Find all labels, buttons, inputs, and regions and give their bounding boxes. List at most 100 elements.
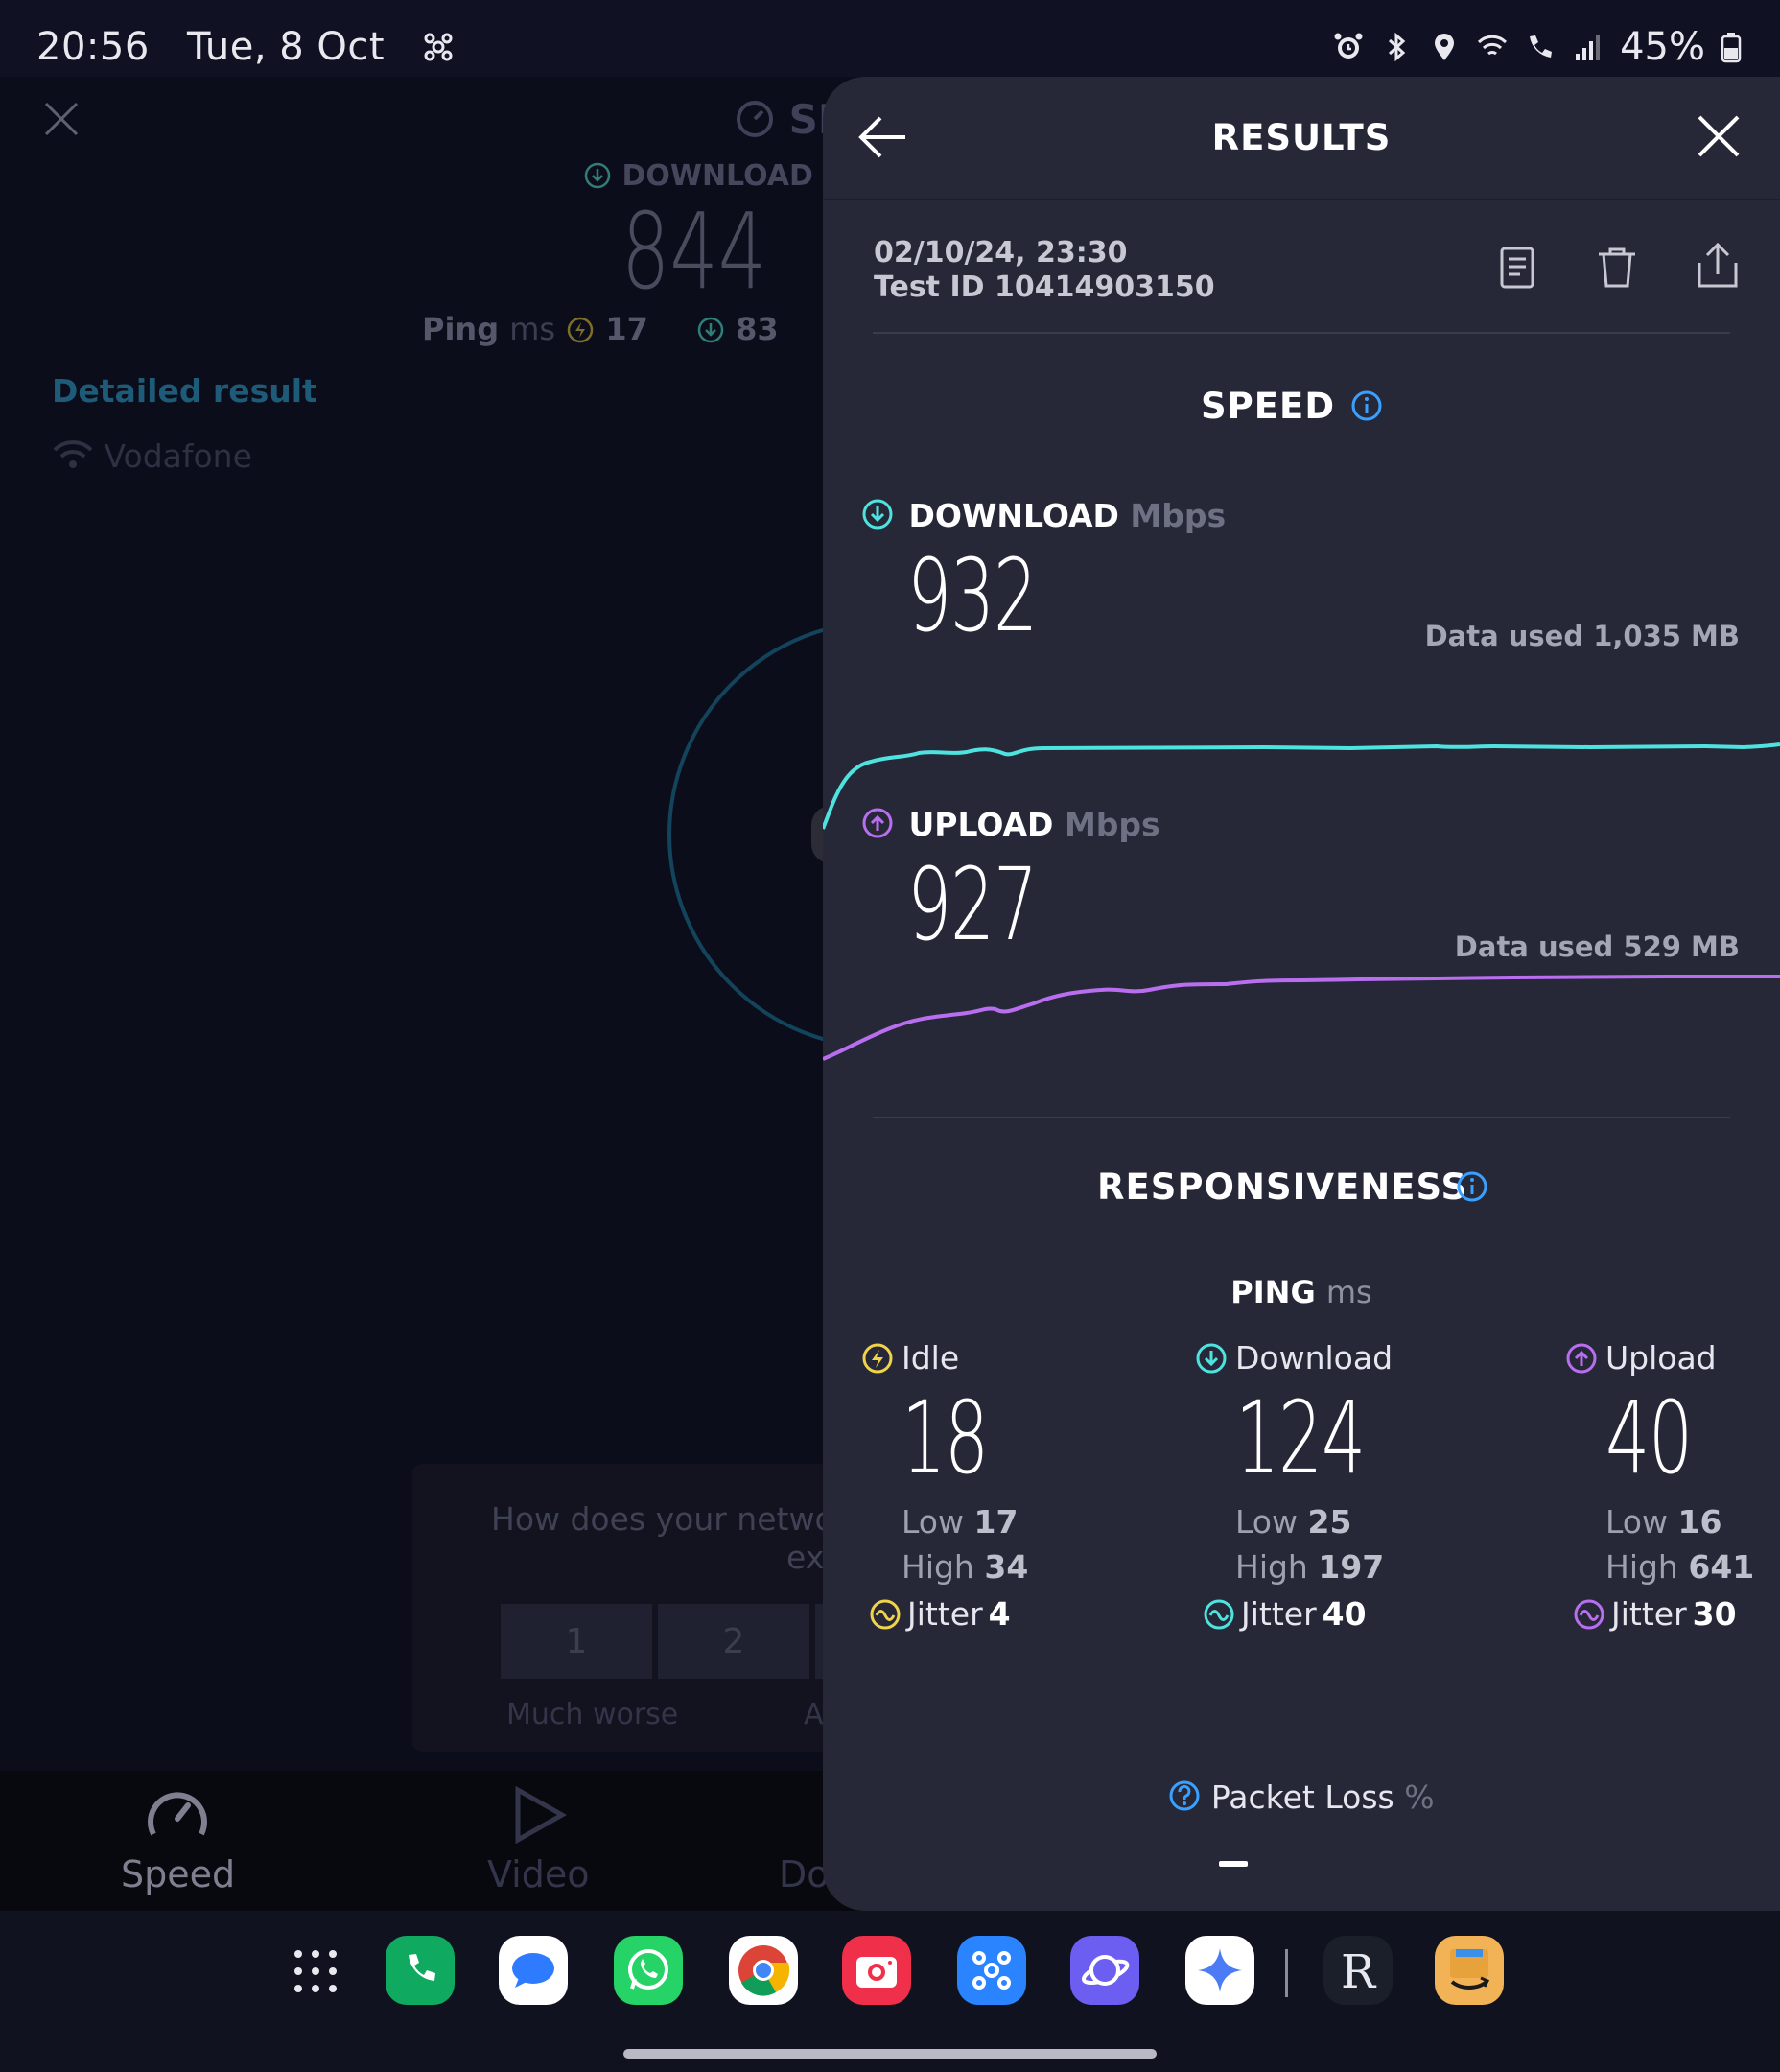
- idle-ping-icon: [862, 1343, 893, 1373]
- camera-icon: [856, 1957, 897, 1988]
- download-value: 932: [907, 537, 1038, 654]
- phone-icon: [409, 1954, 435, 1981]
- chrome-app-icon[interactable]: [729, 1936, 798, 2005]
- ping-idle-high: High 34: [902, 1548, 1029, 1586]
- rating-mid-label: A: [804, 1698, 824, 1731]
- download-data-used: Data used 1,035 MB: [1424, 620, 1740, 652]
- network-name: Vodafone: [52, 437, 252, 475]
- ping-idle-value: 18: [902, 1379, 989, 1496]
- location-icon: [1435, 34, 1455, 60]
- taskbar-dock: R: [0, 1911, 1780, 2072]
- ping-idle-column: Idle 18 Low 17 High 34 Jitter 4: [861, 1339, 1028, 1633]
- runescape-app-icon[interactable]: R: [1323, 1936, 1393, 2005]
- close-icon[interactable]: [1696, 113, 1742, 159]
- chat-bubble-icon: [512, 1953, 554, 1988]
- ping-idle-low: Low 17: [902, 1503, 1019, 1541]
- bg-title: SI: [735, 96, 833, 143]
- download-arrow-icon: [584, 162, 611, 189]
- status-bar: 20:56 Tue, 8 Oct 45%: [0, 0, 1780, 77]
- survey-question: How does your networ: [491, 1500, 848, 1538]
- home-indicator[interactable]: [623, 2049, 1157, 2059]
- bg-ping-download: 83: [696, 311, 779, 347]
- apps-grid-icon[interactable]: [292, 1947, 340, 1995]
- packet-loss-value-dash: [1219, 1861, 1248, 1867]
- nav-partial[interactable]: Do: [779, 1853, 830, 1895]
- status-date: Tue, 8 Oct: [187, 25, 386, 69]
- download-arrow-icon: [862, 499, 893, 530]
- gemini-app-icon[interactable]: [1185, 1936, 1254, 2005]
- ping-download-high: High 197: [1235, 1548, 1385, 1586]
- jitter-icon: [870, 1599, 901, 1629]
- upload-data-used: Data used 529 MB: [1454, 930, 1740, 963]
- download-label: DOWNLOAD Mbps: [861, 497, 1226, 534]
- download-arrow-icon: [1196, 1343, 1227, 1373]
- ping-upload-value: 40: [1605, 1379, 1693, 1496]
- status-time: 20:56: [36, 25, 150, 69]
- test-date: 02/10/24, 23:30: [874, 236, 1128, 270]
- amazon-app-icon[interactable]: [1435, 1936, 1504, 2005]
- internet-app-icon[interactable]: [1070, 1936, 1139, 2005]
- download-arrow-icon: [697, 317, 724, 343]
- speed-title: SPEED: [1201, 386, 1336, 427]
- upload-value: 927: [907, 846, 1038, 963]
- upload-speed-graph: [823, 975, 1780, 1061]
- ping-download-header: Download: [1195, 1339, 1420, 1377]
- bixby-routine-icon: [424, 33, 453, 61]
- upload-arrow-icon: [1566, 1343, 1597, 1373]
- ping-title: PING ms: [1230, 1274, 1372, 1310]
- ping-upload-column: Upload 40 Low 16 High 641 Jitter 30: [1565, 1339, 1754, 1633]
- rating-button-1[interactable]: 1: [501, 1604, 652, 1679]
- ping-upload-jitter: Jitter 30: [1573, 1595, 1754, 1633]
- trash-icon[interactable]: [1596, 246, 1638, 290]
- whatsapp-app-icon[interactable]: [614, 1936, 683, 2005]
- signal-icon: [1576, 35, 1601, 60]
- responsiveness-title: RESPONSIVENESS: [1097, 1166, 1468, 1208]
- amazon-icon: [1450, 1949, 1490, 1990]
- jitter-icon: [1204, 1599, 1234, 1629]
- battery-percent: 45%: [1620, 25, 1705, 69]
- ping-download-low: Low 25: [1235, 1503, 1352, 1541]
- play-icon[interactable]: [510, 1786, 568, 1844]
- wifi-6e-icon: [1478, 35, 1508, 56]
- ping-idle-jitter: Jitter 4: [869, 1595, 1028, 1633]
- ping-upload-high: High 641: [1605, 1548, 1755, 1586]
- bg-ping: Ping ms 17: [422, 311, 648, 347]
- flower-icon: [972, 1951, 1011, 1990]
- divider: [873, 332, 1730, 334]
- camera-app-icon[interactable]: [842, 1936, 911, 2005]
- battery-icon: [1721, 33, 1742, 63]
- info-icon[interactable]: [1350, 389, 1383, 422]
- ping-download-column: Download 124 Low 25 High 197 Jitter 40: [1195, 1339, 1420, 1633]
- runescape-icon: R: [1341, 1945, 1377, 1999]
- close-icon[interactable]: [42, 100, 81, 138]
- packet-loss: Packet Loss %: [823, 1778, 1780, 1816]
- nav-speed[interactable]: Speed: [121, 1853, 235, 1895]
- report-icon[interactable]: [1498, 246, 1536, 290]
- planet-icon: [1081, 1955, 1130, 1986]
- results-header: RESULTS: [823, 77, 1780, 200]
- bluetooth-icon: [1389, 32, 1406, 62]
- speedometer-icon[interactable]: [144, 1784, 211, 1842]
- share-icon[interactable]: [1696, 242, 1740, 290]
- jitter-icon: [1574, 1599, 1604, 1629]
- bg-download-label: DOWNLOAD M: [583, 159, 852, 193]
- rating-low-label: Much worse: [506, 1698, 679, 1731]
- idle-ping-icon: [567, 317, 594, 343]
- messages-app-icon[interactable]: [499, 1936, 568, 2005]
- info-icon[interactable]: [1456, 1170, 1488, 1203]
- divider: [873, 1117, 1730, 1118]
- chrome-icon: [738, 1945, 790, 1996]
- upload-label: UPLOAD Mbps: [861, 806, 1160, 843]
- wifi-icon: [53, 440, 93, 468]
- upload-arrow-icon: [862, 808, 893, 838]
- bixby-app-icon[interactable]: [957, 1936, 1026, 2005]
- detailed-result-link[interactable]: Detailed result: [52, 372, 317, 410]
- test-id: Test ID 10414903150: [874, 271, 1215, 304]
- rating-button-2[interactable]: 2: [658, 1604, 809, 1679]
- nav-video[interactable]: Video: [487, 1853, 589, 1895]
- help-icon[interactable]: [1168, 1779, 1201, 1812]
- survey-question-cont: ex: [786, 1539, 825, 1576]
- svg-text:R: R: [1341, 1945, 1377, 1999]
- speedometer-icon: [737, 101, 773, 137]
- phone-app-icon[interactable]: [386, 1936, 455, 2005]
